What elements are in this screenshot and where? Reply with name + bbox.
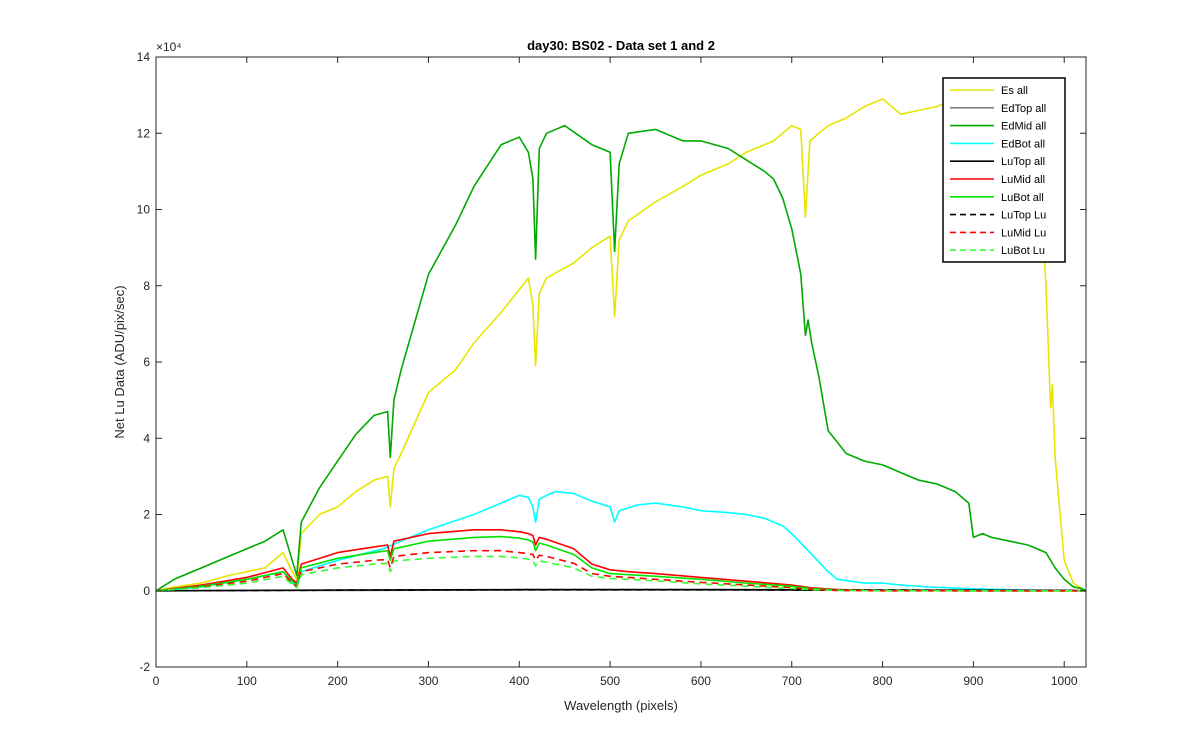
y-tick-label: 12 (137, 126, 151, 140)
legend: Es all EdTop all EdMid all EdBot all LuTop a… (942, 77, 1066, 263)
y-tick-label: 0 (143, 584, 150, 598)
legend-entry-label: EdTop all (1001, 103, 1046, 115)
x-tick-label: 300 (418, 674, 438, 688)
y-axis-label: Net Lu Data (ADU/pix/sec) (112, 285, 127, 438)
x-tick-label: 200 (328, 674, 348, 688)
x-tick-label: 700 (782, 674, 802, 688)
legend-entry-label: LuTop all (1001, 156, 1045, 168)
x-tick-label: 600 (691, 674, 711, 688)
legend-entry-label: LuBot Lu (1001, 245, 1045, 257)
figure: 0 100 200 300 400 500 600 700 800 900 1000-2024681… (0, 0, 1200, 750)
y-tick-label: 6 (143, 355, 150, 369)
y-tick-label: 4 (143, 431, 150, 445)
x-tick-label: 500 (600, 674, 620, 688)
legend-entry-label: Es all (1001, 85, 1028, 97)
legend-entry-label: LuMid Lu (1001, 227, 1046, 239)
y-axis-exponent: ×10⁴ (156, 40, 182, 54)
x-tick-label: 800 (873, 674, 893, 688)
x-tick-label: 400 (509, 674, 529, 688)
legend-entry-label: EdBot all (1001, 138, 1045, 150)
y-tick-label: -2 (139, 660, 150, 674)
chart-title: day30: BS02 - Data set 1 and 2 (527, 38, 715, 53)
y-tick-label: 8 (143, 279, 150, 293)
x-tick-label: 100 (237, 674, 257, 688)
legend-entry-label: EdMid all (1001, 121, 1046, 133)
legend-entry-label: LuBot all (1001, 192, 1044, 204)
x-axis-label: Wavelength (pixels) (564, 698, 678, 713)
x-tick-label: 1000 (1051, 674, 1078, 688)
y-tick-label: 10 (137, 203, 151, 217)
x-tick-label: 900 (963, 674, 983, 688)
legend-entry-label: LuMid all (1001, 174, 1045, 186)
x-tick-label: 0 (153, 674, 160, 688)
y-tick-label: 14 (137, 50, 151, 64)
legend-entry-label: LuTop Lu (1001, 210, 1046, 222)
y-tick-label: 2 (143, 508, 150, 522)
